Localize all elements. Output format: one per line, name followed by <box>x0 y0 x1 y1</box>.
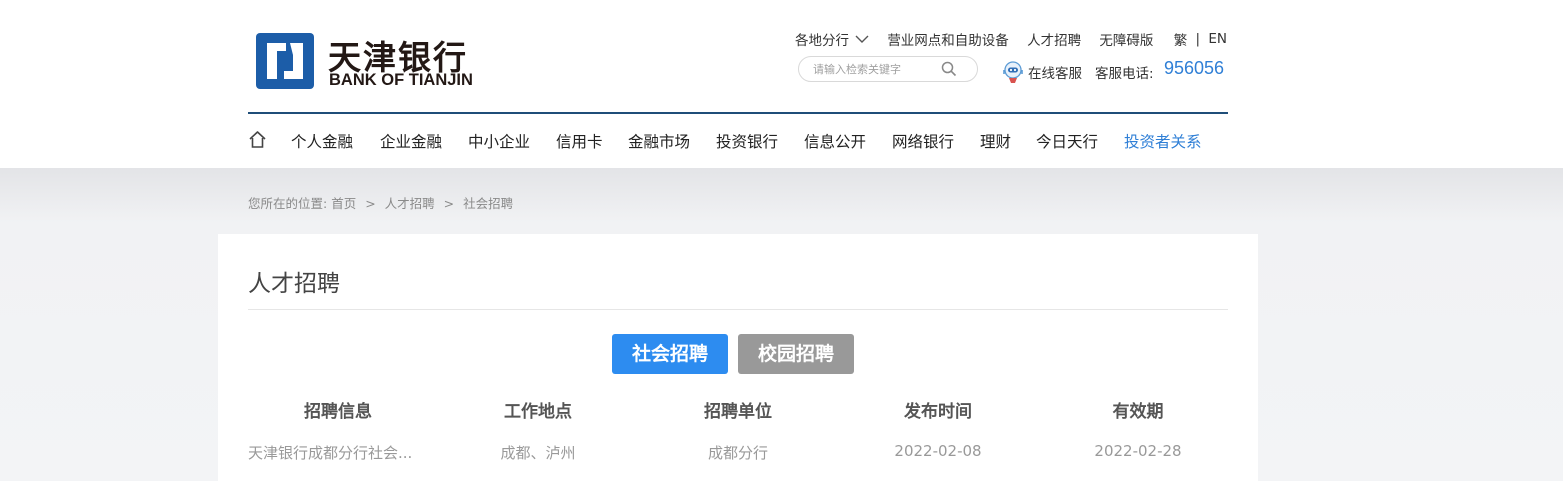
chevron-down-icon[interactable] <box>855 35 869 44</box>
breadcrumb-home[interactable]: 首页 <box>331 196 356 211</box>
column-header-publish-date: 发布时间 <box>904 402 972 422</box>
bank-logo[interactable]: 天津银行 BANK OF TIANJIN <box>256 31 516 91</box>
lang-traditional-link[interactable]: 繁 <box>1174 29 1188 49</box>
column-header-valid-until: 有效期 <box>1112 402 1164 422</box>
breadcrumb-separator: > <box>443 196 455 211</box>
careers-link[interactable]: 人才招聘 <box>1027 29 1081 49</box>
breadcrumb-social-recruitment[interactable]: 社会招聘 <box>463 196 513 211</box>
breadcrumb-prefix: 您所在的位置: <box>248 196 328 211</box>
home-icon[interactable] <box>248 130 267 149</box>
online-service-link[interactable]: 在线客服 <box>1028 62 1082 82</box>
column-header-unit: 招聘单位 <box>704 402 772 422</box>
job-title-link[interactable]: 天津银行成都分行社会... <box>248 442 438 463</box>
nav-item-disclosure[interactable]: 信息公开 <box>804 130 866 152</box>
nav-item-financial-markets[interactable]: 金融市场 <box>628 130 690 152</box>
job-location: 成都、泸州 <box>500 444 576 462</box>
column-header-location: 工作地点 <box>504 402 572 422</box>
breadcrumb-separator: > <box>365 196 376 211</box>
nav-item-today[interactable]: 今日天行 <box>1036 130 1098 152</box>
nav-item-investment-banking[interactable]: 投资银行 <box>716 130 778 152</box>
branches-dropdown[interactable]: 各地分行 <box>795 29 849 49</box>
job-unit: 成都分行 <box>707 444 768 462</box>
nav-item-online-banking[interactable]: 网络银行 <box>892 130 954 152</box>
robot-assistant-icon[interactable] <box>1000 59 1026 85</box>
breadcrumb: 您所在的位置: 首页 > 人才招聘 > 社会招聘 <box>248 193 513 212</box>
page-title: 人才招聘 <box>248 271 340 297</box>
nav-item-sme[interactable]: 中小企业 <box>468 130 530 152</box>
column-header-job-info: 招聘信息 <box>304 402 372 422</box>
accessible-version-link[interactable]: 无障碍版 <box>1099 29 1153 49</box>
lang-separator: | <box>1195 31 1201 47</box>
job-publish-date: 2022-02-08 <box>894 442 982 460</box>
tab-social-recruitment[interactable]: 社会招聘 <box>612 334 728 374</box>
content-card: 人才招聘 社会招聘 校园招聘 招聘信息 工作地点 招聘单位 发布时间 有效期 天… <box>218 234 1258 494</box>
search-icon[interactable] <box>941 61 957 77</box>
nav-item-investor-relations[interactable]: 投资者关系 <box>1124 130 1202 152</box>
search-box <box>798 56 978 82</box>
title-divider <box>248 309 1228 310</box>
search-input[interactable] <box>813 60 943 78</box>
nav-item-corporate[interactable]: 企业金融 <box>380 130 442 152</box>
bank-name-en: BANK OF TIANJIN <box>329 71 473 89</box>
hotline-label: 客服电话: <box>1095 66 1154 82</box>
top-links: 各地分行 营业网点和自助设备 人才招聘 无障碍版 繁 | EN <box>795 29 1227 49</box>
bank-logo-mark <box>256 33 314 89</box>
hotline-number: 956056 <box>1164 58 1225 78</box>
job-valid-until: 2022-02-28 <box>1094 442 1182 460</box>
site-header: 天津银行 BANK OF TIANJIN 各地分行 营业网点和自助设备 人才招聘… <box>0 0 1563 168</box>
outlets-link[interactable]: 营业网点和自助设备 <box>887 29 1009 49</box>
nav-item-wealth[interactable]: 理财 <box>980 130 1011 152</box>
nav-item-personal[interactable]: 个人金融 <box>291 130 353 152</box>
nav-item-credit-card[interactable]: 信用卡 <box>556 130 603 152</box>
header-divider <box>248 112 1228 114</box>
breadcrumb-careers[interactable]: 人才招聘 <box>385 196 435 211</box>
tab-campus-recruitment[interactable]: 校园招聘 <box>738 334 854 374</box>
lang-en-link[interactable]: EN <box>1208 31 1227 47</box>
